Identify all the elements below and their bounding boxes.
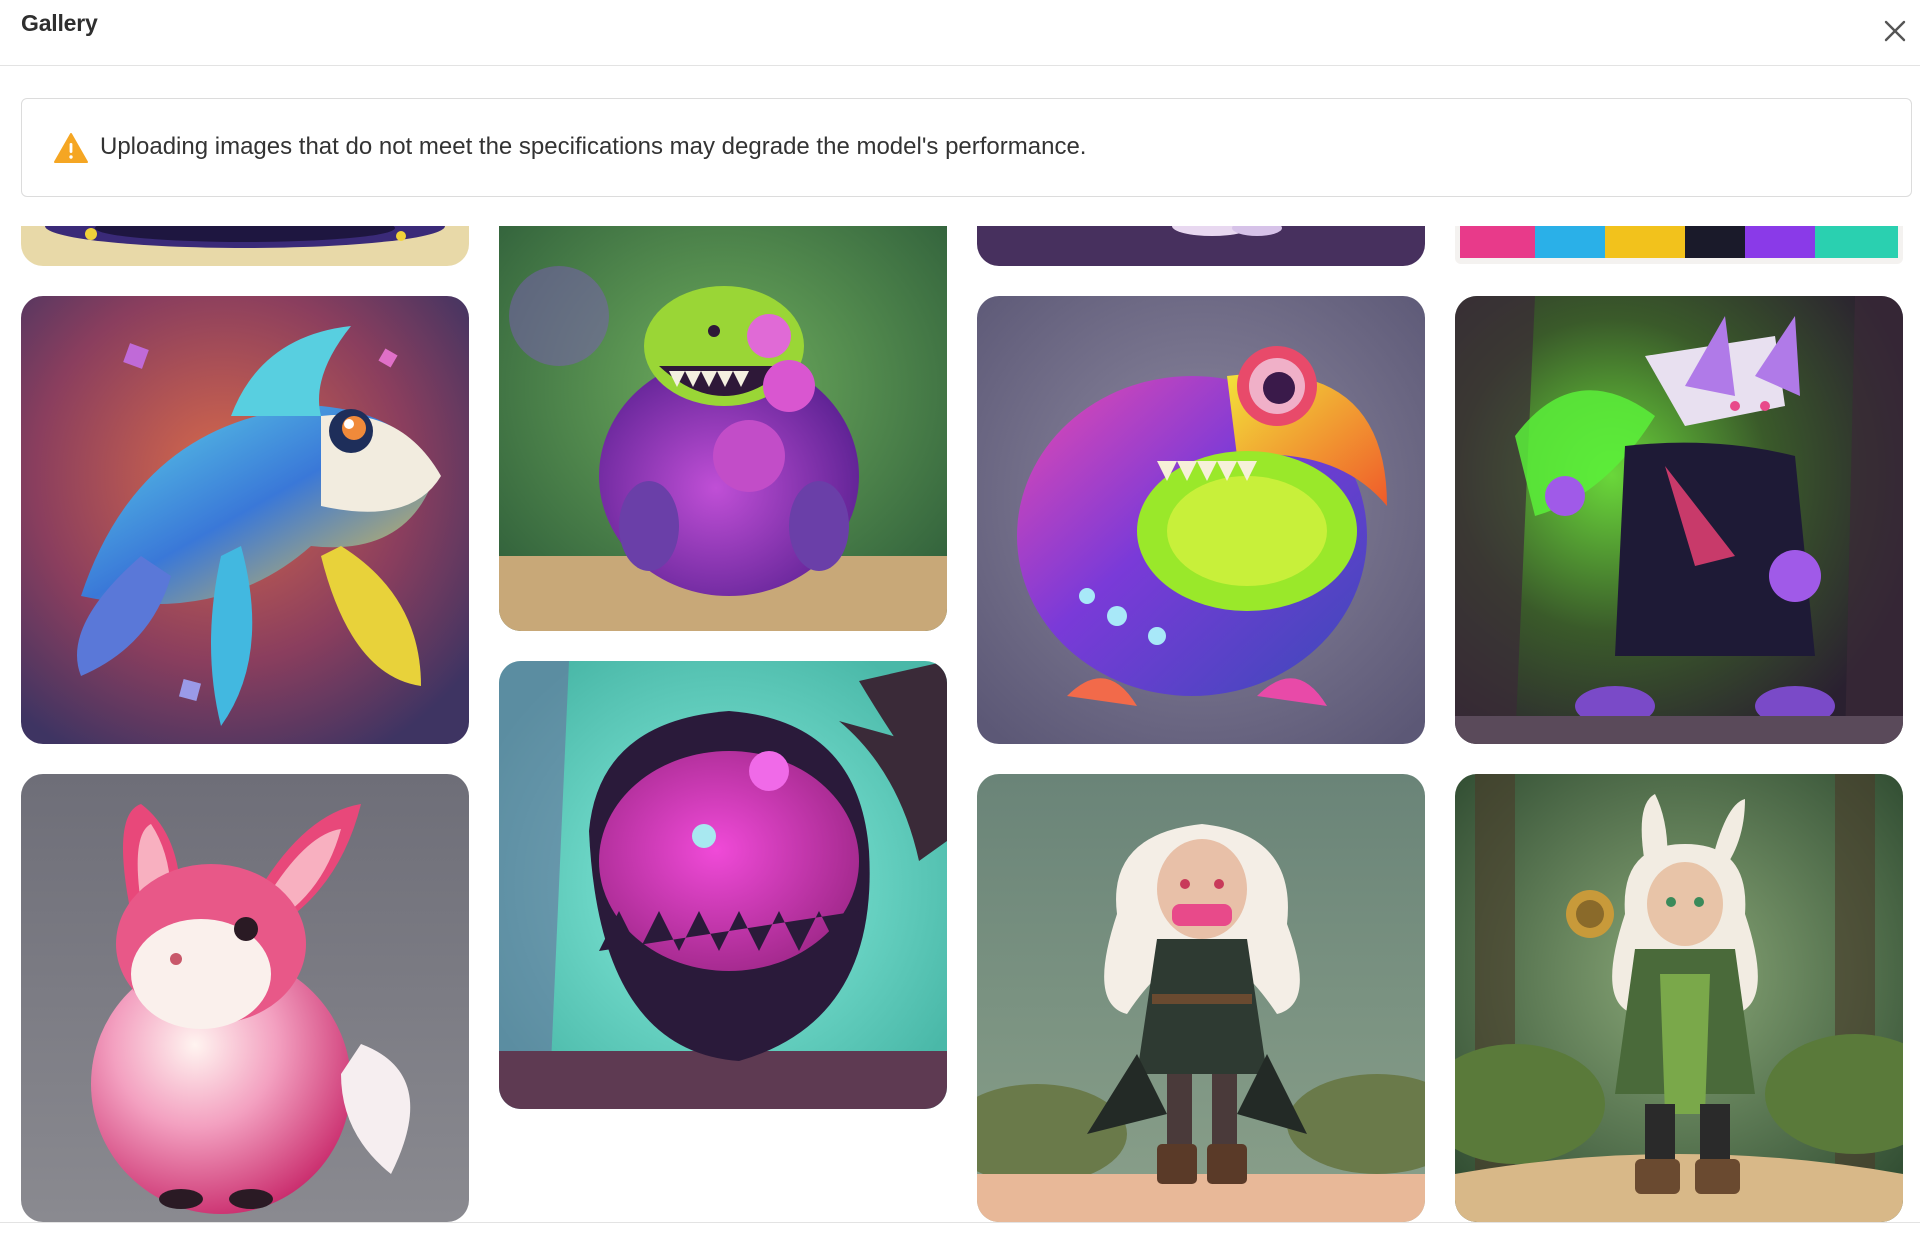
gallery-image[interactable]	[499, 226, 947, 631]
gallery-image[interactable]	[499, 661, 947, 1109]
close-icon	[1884, 20, 1906, 42]
gallery-image[interactable]	[977, 774, 1425, 1222]
notice-text: Uploading images that do not meet the sp…	[100, 133, 1087, 160]
gallery-image[interactable]	[1455, 296, 1903, 744]
gallery-image[interactable]	[1455, 774, 1903, 1222]
gallery-image[interactable]	[21, 296, 469, 744]
gallery-image[interactable]	[21, 226, 469, 266]
gallery-image[interactable]	[21, 774, 469, 1222]
gallery-header: Gallery	[0, 0, 1920, 66]
dialog-title: Gallery	[21, 10, 98, 36]
gallery-image[interactable]	[977, 226, 1425, 266]
gallery-image[interactable]	[977, 296, 1425, 744]
gallery-image[interactable]	[1455, 226, 1903, 264]
warning-icon	[53, 132, 89, 164]
footer-divider	[0, 1222, 1920, 1223]
close-button[interactable]	[1878, 14, 1912, 48]
image-gallery	[0, 226, 1920, 1222]
warning-notice: Uploading images that do not meet the sp…	[21, 98, 1912, 197]
